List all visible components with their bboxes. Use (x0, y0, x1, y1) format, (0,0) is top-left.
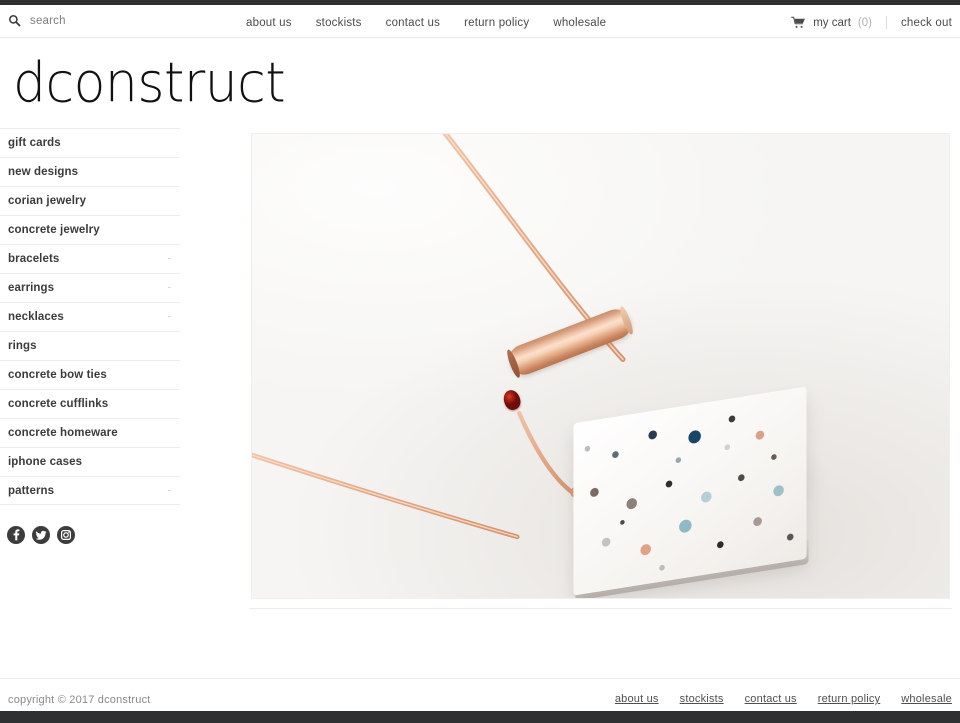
my-cart-label: my cart (813, 16, 851, 29)
social-links (7, 526, 75, 544)
footer-link-contact-us[interactable]: contact us (745, 693, 797, 705)
sidebar-item-concrete-cufflinks[interactable]: concrete cufflinks (0, 389, 180, 418)
site-logo-text: dconstruct (13, 51, 286, 116)
sidebar-item-concrete-jewelry[interactable]: concrete jewelry (0, 215, 180, 244)
site-footer: copyright © 2017 dconstruct about us sto… (0, 678, 960, 711)
footer-link-stockists[interactable]: stockists (680, 693, 724, 705)
category-sidebar: gift cards new designs corian jewelry co… (0, 128, 180, 505)
sidebar-toggle-icon[interactable]: - (167, 253, 171, 265)
facebook-icon (13, 529, 20, 541)
twitter-icon (35, 530, 47, 540)
sidebar-item-label: new designs (8, 166, 79, 178)
sidebar-toggle-icon[interactable]: - (167, 282, 171, 294)
sidebar-toggle-icon[interactable]: - (167, 311, 171, 323)
top-nav-stockists[interactable]: stockists (316, 17, 362, 29)
instagram-icon (60, 529, 72, 541)
sidebar-item-label: concrete homeware (8, 427, 118, 439)
facebook-link[interactable] (7, 526, 25, 544)
bottom-rail (0, 711, 960, 723)
footer-link-about-us[interactable]: about us (615, 693, 659, 705)
footer-link-return-policy[interactable]: return policy (818, 693, 881, 705)
sidebar-item-label: corian jewelry (8, 195, 87, 207)
content-divider (249, 608, 952, 609)
search-box[interactable] (8, 14, 160, 27)
sidebar-item-label: concrete cufflinks (8, 398, 109, 410)
sidebar-item-label: earrings (8, 282, 55, 294)
top-nav-wholesale[interactable]: wholesale (553, 17, 606, 29)
check-out-link[interactable]: check out (901, 17, 952, 29)
cart-item-count: (0) (857, 16, 872, 29)
sidebar-item-label: patterns (8, 484, 55, 497)
top-nav-about-us[interactable]: about us (246, 17, 292, 29)
sidebar-item-new-designs[interactable]: new designs (0, 157, 180, 186)
sidebar-item-gift-cards[interactable]: gift cards (0, 128, 180, 157)
instagram-link[interactable] (57, 526, 75, 544)
sidebar-item-corian-jewelry[interactable]: corian jewelry (0, 186, 180, 215)
sidebar-item-label: concrete bow ties (8, 369, 107, 381)
sidebar-toggle-icon[interactable]: - (167, 485, 171, 496)
sidebar-item-label: rings (8, 340, 37, 352)
sidebar-item-iphone-cases[interactable]: iphone cases (0, 447, 180, 476)
sidebar-item-concrete-homeware[interactable]: concrete homeware (0, 418, 180, 447)
terrazzo-pendant (572, 386, 842, 598)
sidebar-item-label: necklaces (8, 311, 64, 323)
top-navigation: about us stockists contact us return pol… (246, 17, 606, 29)
site-logo[interactable]: dconstruct (13, 56, 286, 111)
product-image-stage[interactable] (251, 133, 950, 599)
sidebar-item-label: concrete jewelry (8, 224, 100, 236)
shopping-cart-icon (791, 16, 806, 28)
sidebar-item-concrete-bow-ties[interactable]: concrete bow ties (0, 360, 180, 389)
product-photo (252, 134, 949, 598)
utility-bar: about us stockists contact us return pol… (0, 5, 960, 38)
utility-divider (885, 16, 887, 29)
sidebar-item-earrings[interactable]: earrings - (0, 273, 180, 302)
search-input[interactable] (30, 14, 160, 27)
footer-link-wholesale[interactable]: wholesale (901, 693, 952, 705)
top-nav-return-policy[interactable]: return policy (464, 17, 529, 29)
sidebar-item-label: iphone cases (8, 456, 83, 468)
copyright-text: copyright © 2017 dconstruct (8, 694, 151, 706)
search-icon (9, 15, 21, 27)
twitter-link[interactable] (32, 526, 50, 544)
utility-bar-right: my cart (0) check out (791, 16, 952, 29)
sidebar-item-label: bracelets (8, 253, 60, 265)
sidebar-item-necklaces[interactable]: necklaces - (0, 302, 180, 331)
sidebar-item-bracelets[interactable]: bracelets - (0, 244, 180, 273)
top-nav-contact-us[interactable]: contact us (386, 17, 440, 29)
my-cart-link[interactable]: my cart (0) (791, 16, 872, 29)
footer-navigation: about us stockists contact us return pol… (615, 693, 952, 705)
sidebar-item-label: gift cards (8, 137, 61, 149)
sidebar-item-rings[interactable]: rings (0, 331, 180, 360)
sidebar-item-patterns[interactable]: patterns - (0, 476, 180, 505)
